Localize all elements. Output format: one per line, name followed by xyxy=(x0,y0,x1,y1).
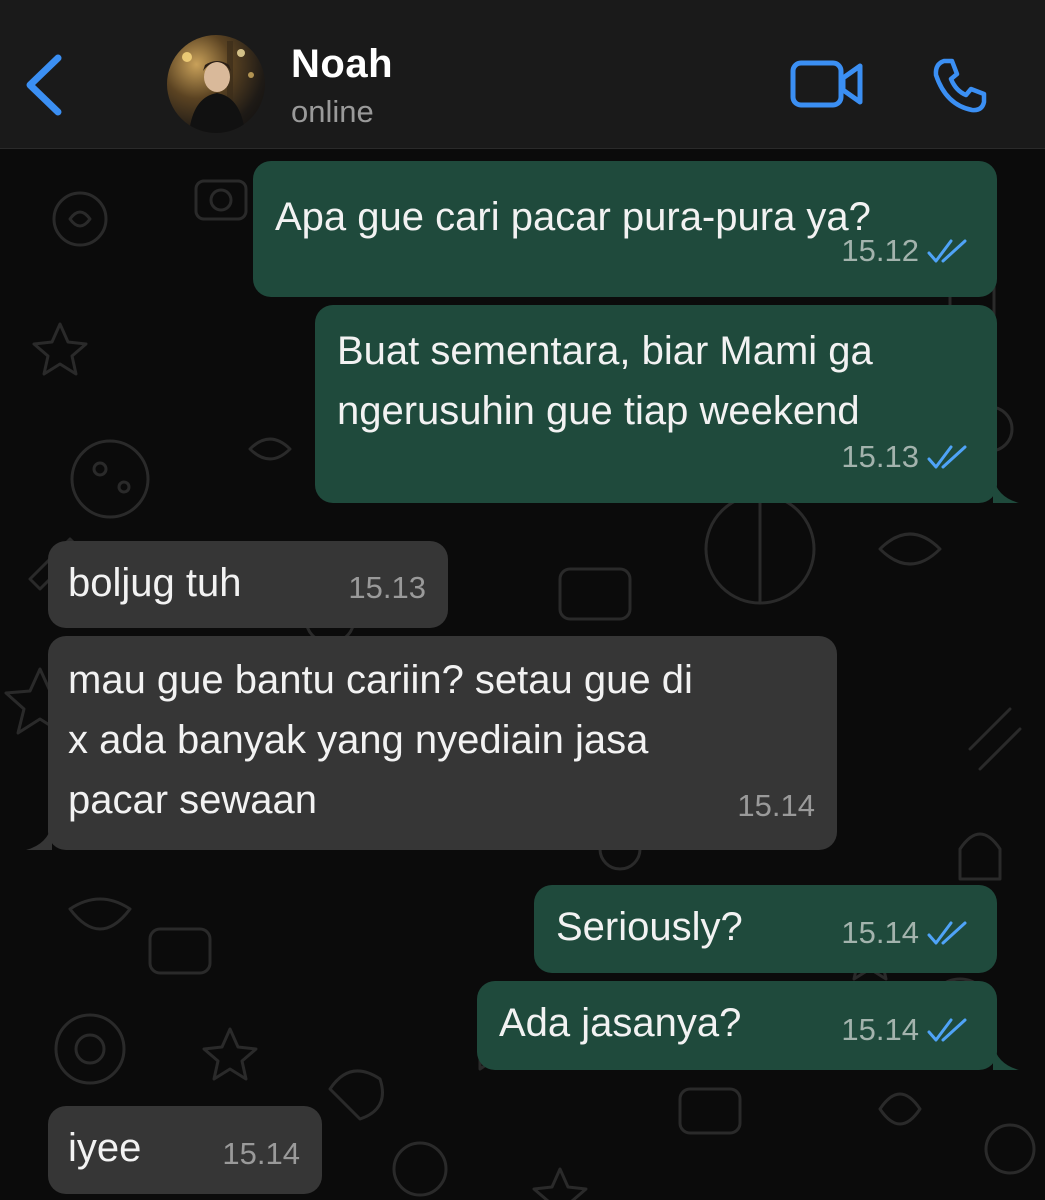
bubble-tail xyxy=(26,824,52,850)
message-time: 15.14 xyxy=(841,1012,919,1047)
message-bubble-incoming[interactable]: iyee 15.14 xyxy=(48,1106,322,1194)
chevron-left-icon xyxy=(26,54,62,116)
avatar[interactable] xyxy=(167,35,265,133)
message-time: 15.12 xyxy=(841,233,919,268)
video-call-button[interactable] xyxy=(790,58,864,110)
message-bubble-outgoing[interactable]: Ada jasanya? 15.14 xyxy=(477,981,1019,1070)
message-meta: 15.14 xyxy=(222,1124,300,1184)
message-text: pacar sewaan xyxy=(68,778,318,822)
message-time: 15.14 xyxy=(737,788,815,823)
message-meta: 15.12 xyxy=(841,221,971,281)
message-bubble-outgoing[interactable]: Apa gue cari pacar pura-pura ya? 15.12 xyxy=(253,161,997,297)
message-text: Seriously? xyxy=(556,905,743,949)
message-bubble-incoming[interactable]: mau gue bantu cariin? setau gue di x ada… xyxy=(26,636,837,850)
voice-call-button[interactable] xyxy=(930,55,990,115)
message-bubble-outgoing[interactable]: Buat sementara, biar Mami ga ngerusuhin … xyxy=(315,305,1019,503)
back-button[interactable] xyxy=(22,52,66,118)
bubble-tail xyxy=(993,477,1019,503)
message-text: Buat sementara, biar Mami ga xyxy=(337,329,873,373)
contact-status: online xyxy=(291,94,374,129)
message-time: 15.14 xyxy=(222,1136,300,1171)
message-text: boljug tuh xyxy=(68,561,242,605)
avatar-photo xyxy=(182,41,254,133)
message-meta: 15.14 xyxy=(737,776,815,836)
message-text: Apa gue cari pacar pura-pura ya? xyxy=(275,195,871,239)
message-text: x ada banyak yang nyediain jasa xyxy=(68,718,649,762)
message-text: iyee xyxy=(68,1126,142,1170)
message-text: Ada jasanya? xyxy=(499,1001,742,1045)
double-check-icon xyxy=(927,445,967,469)
message-meta: 15.14 xyxy=(841,903,971,963)
message-bubble-outgoing[interactable]: Seriously? 15.14 xyxy=(534,885,997,973)
video-camera-icon xyxy=(790,60,863,108)
message-time: 15.13 xyxy=(348,570,426,605)
message-meta: 15.13 xyxy=(348,558,426,618)
bubble-tail xyxy=(993,1044,1019,1070)
message-time: 15.13 xyxy=(841,439,919,474)
message-text: ngerusuhin gue tiap weekend xyxy=(337,389,860,433)
message-bubble-incoming[interactable]: boljug tuh 15.13 xyxy=(48,541,448,628)
message-text: mau gue bantu cariin? setau gue di xyxy=(68,658,693,702)
message-meta: 15.14 xyxy=(841,1000,971,1060)
double-check-icon xyxy=(927,921,967,945)
message-time: 15.14 xyxy=(841,915,919,950)
chat-header: Noah online xyxy=(0,0,1045,149)
phone-icon xyxy=(933,58,987,113)
contact-name[interactable]: Noah xyxy=(291,42,393,87)
message-list[interactable]: Apa gue cari pacar pura-pura ya? 15.12 B… xyxy=(0,149,1045,1200)
double-check-icon xyxy=(927,239,967,263)
double-check-icon xyxy=(927,1018,967,1042)
message-meta: 15.13 xyxy=(841,427,971,487)
